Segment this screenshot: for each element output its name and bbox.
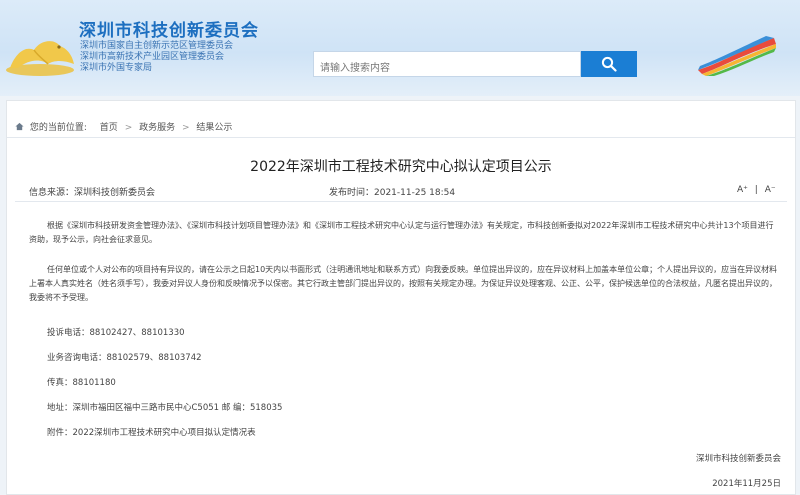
home-icon bbox=[15, 122, 24, 131]
org-subtitle: 深圳市外国专家局 bbox=[80, 63, 153, 73]
article-paragraph: 根据《深圳市科技研发资金管理办法》、《深圳市科技计划项目管理办法》和《深圳市工程… bbox=[29, 221, 774, 244]
signature-date: 2021年11月25日 bbox=[712, 479, 781, 489]
search-button[interactable] bbox=[581, 51, 637, 77]
breadcrumb-separator: > bbox=[182, 123, 190, 133]
pengcheng-logo[interactable] bbox=[4, 30, 76, 78]
article-source: 信息来源：深圳科技创新委员会 bbox=[29, 188, 156, 198]
rainbow-ribbon-logo bbox=[698, 36, 776, 76]
font-control-separator: | bbox=[754, 185, 758, 195]
complaint-phone: 投诉电话：88102427、88101330 bbox=[47, 328, 185, 338]
address: 地址：深圳市福田区福中三路市民中心C5051 邮 编：518035 bbox=[47, 403, 283, 413]
divider bbox=[15, 201, 787, 202]
attachment-link[interactable]: 附件：2022深圳市工程技术研究中心项目拟认定情况表 bbox=[47, 426, 256, 438]
consult-phone: 业务咨询电话：88102579、88103742 bbox=[47, 353, 202, 363]
breadcrumb-gov-services[interactable]: 政务服务 bbox=[139, 120, 175, 133]
signature: 深圳市科技创新委员会 bbox=[695, 454, 781, 464]
font-size-controls: A⁺ | A⁻ bbox=[737, 185, 776, 195]
breadcrumb-results[interactable]: 结果公示 bbox=[196, 120, 232, 133]
article-title: 2022年深圳市工程技术研究中心拟认定项目公示 bbox=[250, 159, 552, 175]
org-title: 深圳市科技创新委员会 bbox=[79, 21, 259, 41]
font-larger-button[interactable]: A⁺ bbox=[737, 185, 748, 195]
font-smaller-button[interactable]: A⁻ bbox=[765, 185, 776, 195]
breadcrumb-label: 您的当前位置: bbox=[29, 123, 87, 133]
breadcrumb-home[interactable]: 首页 bbox=[100, 120, 118, 133]
site-header: 深圳市科技创新委员会 深圳市国家自主创新示范区管理委员会 深圳市高新技术产业园区… bbox=[0, 0, 800, 96]
fax: 传真：88101180 bbox=[47, 378, 116, 388]
org-subtitle: 深圳市国家自主创新示范区管理委员会 bbox=[80, 41, 234, 51]
breadcrumb: 您的当前位置: 首页 > 政务服务 > 结果公示 bbox=[15, 120, 232, 133]
article-paragraph: 任何单位或个人对公布的项目持有异议的，请在公示之日起10天内以书面形式（注明通讯… bbox=[29, 265, 778, 302]
search-input[interactable]: 请输入搜索内容 bbox=[313, 51, 581, 77]
org-subtitle: 深圳市高新技术产业园区管理委员会 bbox=[80, 52, 225, 62]
article-publish-time: 发布时间：2021-11-25 18:54 bbox=[329, 188, 456, 198]
divider bbox=[7, 137, 795, 138]
breadcrumb-separator: > bbox=[124, 123, 133, 133]
content-panel: 您的当前位置: 首页 > 政务服务 > 结果公示 2022年深圳市工程技术研究中… bbox=[6, 100, 796, 495]
search-icon bbox=[601, 56, 617, 72]
